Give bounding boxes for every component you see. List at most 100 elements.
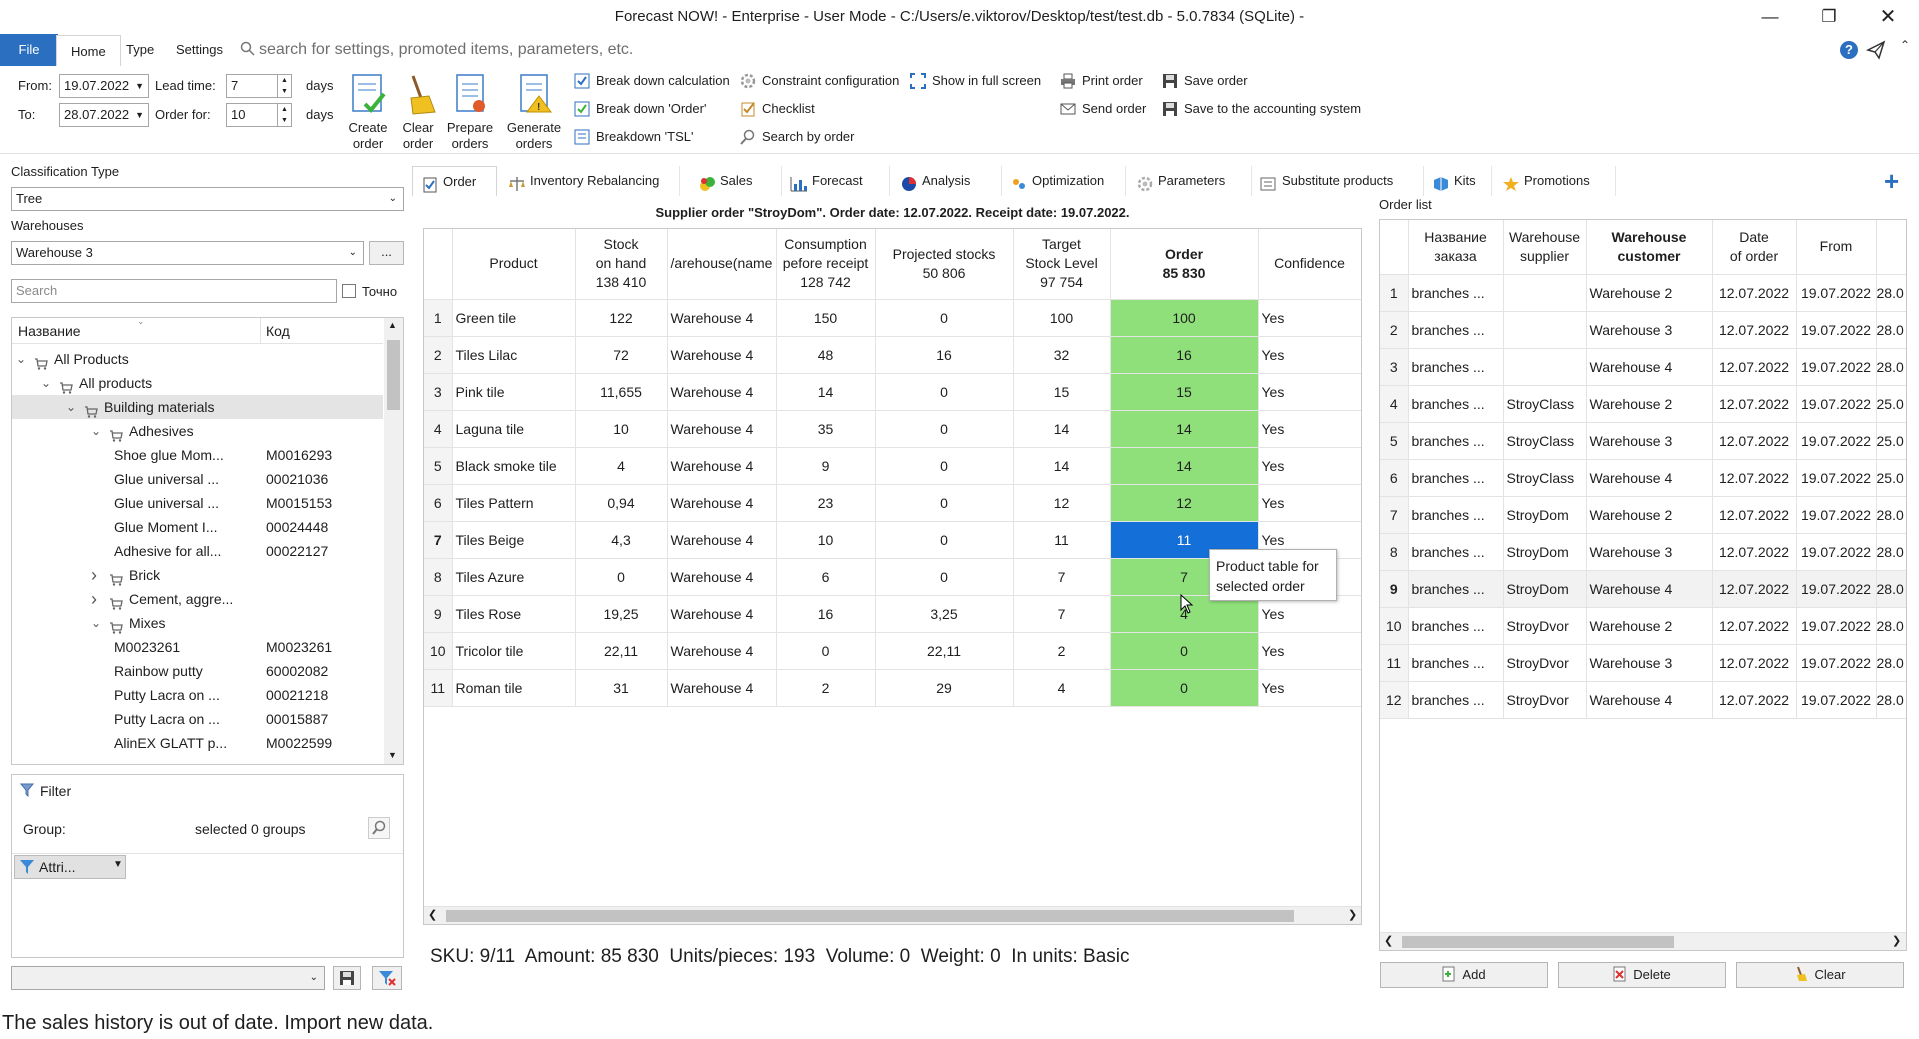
chevron-down-icon[interactable]: ⌄ (16, 347, 26, 371)
tree-row[interactable]: Glue universal ... 00021036 (12, 467, 383, 491)
ol-row-number[interactable]: 10 (1380, 607, 1409, 645)
cell-tsl[interactable]: 7 (1013, 558, 1111, 596)
ol-cell-to[interactable]: 28.0 (1876, 496, 1906, 534)
chevron-down-icon[interactable]: ⌄ (41, 371, 51, 395)
cell-warehouse[interactable]: Warehouse 4 (667, 299, 777, 337)
ol-row-number[interactable]: 3 (1380, 348, 1409, 386)
lead-time-stepper[interactable]: ▲ ▼ (278, 74, 292, 98)
cell-consumption[interactable]: 150 (776, 299, 876, 337)
menu-type[interactable]: Type (112, 34, 168, 66)
chevron-down-icon[interactable]: ▼ (113, 859, 123, 870)
tab-kits[interactable]: Kits (1424, 166, 1492, 196)
ol-cell-from[interactable]: 19.07.2022 (1796, 385, 1877, 423)
tree-row[interactable]: › Brick (12, 563, 383, 587)
ol-row-number[interactable]: 2 (1380, 311, 1409, 349)
ol-cell-supplier[interactable]: StroyDom (1503, 533, 1587, 571)
chevron-down-icon[interactable]: ▼ (135, 104, 144, 126)
chevron-down-icon[interactable]: ⌄ (66, 395, 76, 419)
ol-cell-to[interactable]: 28.0 (1876, 681, 1906, 719)
ol-row-number[interactable]: 7 (1380, 496, 1409, 534)
chevron-down-icon[interactable]: ⌄ (389, 188, 397, 210)
chevron-down-icon[interactable]: ⌄ (91, 419, 101, 443)
cell-product[interactable]: Pink tile (452, 373, 576, 411)
tree-row[interactable]: ⌄ All Products (12, 347, 383, 371)
cell-tsl[interactable]: 7 (1013, 595, 1111, 633)
ol-cell-customer[interactable]: Warehouse 3 (1586, 422, 1713, 460)
order-list-row[interactable]: 11 branches ... StroyDvor Warehouse 3 12.07.… (1380, 644, 1906, 682)
ol-cell-name[interactable]: branches ... (1408, 459, 1504, 497)
cell-projected[interactable]: 0 (875, 521, 1014, 559)
ol-cell-from[interactable]: 19.07.2022 (1796, 570, 1877, 608)
ol-cell-supplier[interactable] (1503, 274, 1587, 312)
cell-consumption[interactable]: 35 (776, 410, 876, 448)
row-number[interactable]: 10 (424, 632, 453, 670)
cell-warehouse[interactable]: Warehouse 4 (667, 558, 777, 596)
ol-cell-from[interactable]: 19.07.2022 (1796, 496, 1877, 534)
cell-tsl[interactable]: 14 (1013, 447, 1111, 485)
cell-projected[interactable]: 29 (875, 669, 1014, 707)
tab-sales[interactable]: Sales (690, 166, 782, 196)
cell-warehouse[interactable]: Warehouse 4 (667, 373, 777, 411)
order-list-row[interactable]: 3 branches ... Warehouse 4 12.07.2022 19.07.… (1380, 348, 1906, 386)
chevron-down-icon[interactable]: ⌄ (91, 611, 101, 635)
cell-confidence[interactable]: Yes (1258, 669, 1361, 707)
cell-consumption[interactable]: 14 (776, 373, 876, 411)
tree-row[interactable]: ⌄ All products (12, 371, 383, 395)
exact-checkbox[interactable] (342, 284, 356, 298)
ol-cell-supplier[interactable]: StroyClass (1503, 459, 1587, 497)
cell-tsl[interactable]: 2 (1013, 632, 1111, 670)
row-number[interactable]: 7 (424, 521, 453, 559)
order-row[interactable]: 4 Laguna tile 10 Warehouse 4 35 0 14 14 Yes (424, 410, 1361, 448)
ol-cell-supplier[interactable]: StroyDvor (1503, 607, 1587, 645)
ol-cell-name[interactable]: branches ... (1408, 385, 1504, 423)
warehouse-select[interactable]: Warehouse 3 ⌄ (11, 241, 364, 265)
cell-stock[interactable]: 10 (575, 410, 668, 448)
tab-order[interactable]: Order (412, 166, 497, 196)
ol-cell-from[interactable]: 19.07.2022 (1796, 644, 1877, 682)
cell-product[interactable]: Tiles Beige (452, 521, 576, 559)
ol-cell-from[interactable]: 19.07.2022 (1796, 533, 1877, 571)
ol-row-number[interactable]: 11 (1380, 644, 1409, 682)
cell-tsl[interactable]: 15 (1013, 373, 1111, 411)
scroll-right-icon[interactable]: ❯ (1348, 908, 1357, 921)
ol-cell-customer[interactable]: Warehouse 4 (1586, 459, 1713, 497)
cell-stock[interactable]: 4,3 (575, 521, 668, 559)
cell-confidence[interactable]: Yes (1258, 410, 1361, 448)
tree-row[interactable]: Adhesive for all... 00022127 (12, 539, 383, 563)
ol-row-number[interactable]: 5 (1380, 422, 1409, 460)
order-for-stepper[interactable]: ▲ ▼ (278, 103, 292, 127)
cell-product[interactable]: Tiles Azure (452, 558, 576, 596)
col-product[interactable]: Product (452, 229, 576, 300)
attribute-dropdown[interactable]: Attri... ▼ (14, 855, 126, 879)
cell-consumption[interactable]: 23 (776, 484, 876, 522)
ol-col-date[interactable]: Date of order (1712, 220, 1797, 275)
ol-cell-to[interactable]: 25.0 (1876, 385, 1906, 423)
cell-warehouse[interactable]: Warehouse 4 (667, 447, 777, 485)
chevron-down-icon[interactable]: ⌄ (349, 242, 357, 264)
cell-tsl[interactable]: 11 (1013, 521, 1111, 559)
cell-stock[interactable]: 122 (575, 299, 668, 337)
cell-warehouse[interactable]: Warehouse 4 (667, 521, 777, 559)
ol-cell-date[interactable]: 12.07.2022 (1712, 496, 1797, 534)
save-preset-button[interactable] (333, 966, 361, 990)
ol-row-number[interactable]: 4 (1380, 385, 1409, 423)
tree-scroll-thumb[interactable] (387, 340, 400, 410)
to-date-field[interactable]: 28.07.2022 ▼ (59, 103, 149, 127)
col-consumption[interactable]: Consumption pefore receipt 128 742 (776, 229, 876, 300)
cell-warehouse[interactable]: Warehouse 4 (667, 410, 777, 448)
cell-order[interactable]: 14 (1110, 447, 1259, 485)
order-row[interactable]: 11 Roman tile 31 Warehouse 4 2 29 4 0 Yes (424, 669, 1361, 707)
cell-confidence[interactable]: Yes (1258, 299, 1361, 337)
clear-filter-button[interactable] (372, 966, 402, 990)
cell-warehouse[interactable]: Warehouse 4 (667, 336, 777, 374)
scroll-right-icon[interactable]: ❯ (1892, 934, 1901, 947)
cell-stock[interactable]: 31 (575, 669, 668, 707)
lead-time-field[interactable]: 7 (226, 74, 278, 98)
close-icon[interactable]: ✕ (1859, 0, 1917, 34)
ol-cell-date[interactable]: 12.07.2022 (1712, 644, 1797, 682)
cell-tsl[interactable]: 32 (1013, 336, 1111, 374)
classification-type-select[interactable]: Tree ⌄ (11, 187, 404, 211)
tree-row[interactable]: Putty Lacra on ... 00021218 (12, 683, 383, 707)
ol-cell-from[interactable]: 19.07.2022 (1796, 311, 1877, 349)
tab-optimization[interactable]: Optimization (1002, 166, 1126, 196)
